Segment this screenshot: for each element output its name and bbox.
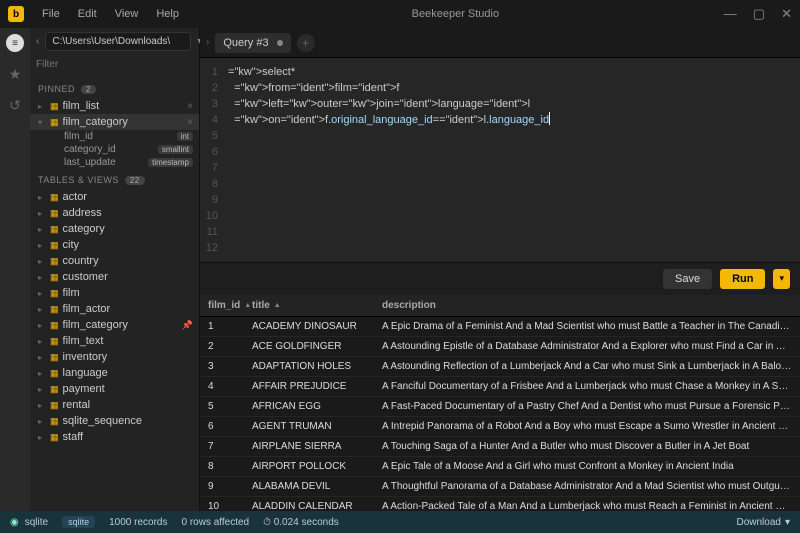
table-rental[interactable]: ▸▦rental <box>30 397 199 413</box>
tables-count-badge: 22 <box>125 176 145 185</box>
table-row[interactable]: 4AFFAIR PREJUDICEA Fanciful Documentary … <box>200 377 800 397</box>
download-button[interactable]: Download▾ <box>736 517 790 528</box>
favorites-icon[interactable]: ★ <box>9 66 22 83</box>
tables-header: TABLES & VIEWS 22 <box>30 169 199 189</box>
table-row[interactable]: 8AIRPORT POLLOCKA Epic Tale of a Moose A… <box>200 457 800 477</box>
table-customer[interactable]: ▸▦customer <box>30 269 199 285</box>
table-film_category[interactable]: ▸▦film_category📌 <box>30 317 199 333</box>
col-film-id[interactable]: film_id▲ <box>200 295 244 316</box>
column-category_id: category_idsmallint <box>30 143 199 156</box>
table-row[interactable]: 2ACE GOLDFINGERA Astounding Epistle of a… <box>200 337 800 357</box>
status-engine: sqlite <box>25 517 48 528</box>
chevron-down-icon: ▾ <box>785 517 790 528</box>
path-back-icon[interactable]: ‹ <box>36 36 39 47</box>
status-records: 1000 records <box>109 517 167 528</box>
table-inventory[interactable]: ▸▦inventory <box>30 349 199 365</box>
table-row[interactable]: 9ALABAMA DEVILA Thoughtful Panorama of a… <box>200 477 800 497</box>
menu-help[interactable]: Help <box>148 4 187 24</box>
run-dropdown-icon[interactable]: ▾ <box>773 269 790 289</box>
table-row[interactable]: 7AIRPLANE SIERRAA Touching Saga of a Hun… <box>200 437 800 457</box>
table-payment[interactable]: ▸▦payment <box>30 381 199 397</box>
tab-bar: › Query #3 + <box>200 28 800 58</box>
status-engine-tag: sqlite <box>62 516 95 528</box>
table-film_actor[interactable]: ▸▦film_actor <box>30 301 199 317</box>
tab-label: Query #3 <box>223 37 268 49</box>
menu-file[interactable]: File <box>34 4 68 24</box>
run-button[interactable]: Run <box>720 269 765 289</box>
sql-editor[interactable]: 1="kw">select *2 ="kw">from ="ident">fil… <box>200 58 800 262</box>
nav-rail: ≡ ★ ↺ <box>0 28 30 511</box>
table-staff[interactable]: ▸▦staff <box>30 429 199 445</box>
database-icon[interactable]: ≡ <box>6 34 24 52</box>
table-language[interactable]: ▸▦language <box>30 365 199 381</box>
table-row[interactable]: 1ACADEMY DINOSAURA Epic Drama of a Femin… <box>200 317 800 337</box>
unpin-icon[interactable]: × <box>187 101 193 112</box>
results-grid[interactable]: film_id▲ title▲ description 1ACADEMY DIN… <box>200 295 800 511</box>
close-icon[interactable]: ✕ <box>781 6 792 22</box>
table-address[interactable]: ▸▦address <box>30 205 199 221</box>
table-country[interactable]: ▸▦country <box>30 253 199 269</box>
app-title: Beekeeper Studio <box>187 8 724 20</box>
table-city[interactable]: ▸▦city <box>30 237 199 253</box>
save-button[interactable]: Save <box>663 269 712 289</box>
pinned-film_category[interactable]: ▾▦film_category× <box>30 114 199 130</box>
table-row[interactable]: 10ALADDIN CALENDARA Action-Packed Tale o… <box>200 497 800 511</box>
pinned-header: PINNED 2 <box>30 78 199 98</box>
titlebar: b FileEditViewHelp Beekeeper Studio — ▢ … <box>0 0 800 28</box>
app-logo: b <box>8 6 24 22</box>
menu-edit[interactable]: Edit <box>70 4 105 24</box>
results-header: film_id▲ title▲ description <box>200 295 800 317</box>
table-row[interactable]: 5AFRICAN EGGA Fast-Paced Documentary of … <box>200 397 800 417</box>
add-tab-button[interactable]: + <box>297 34 315 52</box>
pin-icon: 📌 <box>182 320 193 331</box>
path-input[interactable] <box>45 32 191 51</box>
status-time: ⏱ 0.024 seconds <box>263 517 339 528</box>
table-actor[interactable]: ▸▦actor <box>30 189 199 205</box>
table-sqlite_sequence[interactable]: ▸▦sqlite_sequence <box>30 413 199 429</box>
col-title[interactable]: title▲ <box>244 295 374 316</box>
column-film_id: film_idint <box>30 130 199 143</box>
window-controls: — ▢ ✕ <box>724 6 792 22</box>
column-last_update: last_updatetimestamp <box>30 156 199 169</box>
status-affected: 0 rows affected <box>181 517 249 528</box>
unpin-icon[interactable]: × <box>187 117 193 128</box>
menu-view[interactable]: View <box>107 4 147 24</box>
pinned-count-badge: 2 <box>81 85 96 94</box>
table-category[interactable]: ▸▦category <box>30 221 199 237</box>
status-bar: ◉ sqlite sqlite 1000 records 0 rows affe… <box>0 511 800 533</box>
filter-input[interactable] <box>36 57 193 72</box>
table-row[interactable]: 6AGENT TRUMANA Intrepid Panorama of a Ro… <box>200 417 800 437</box>
tab-scroll-icon[interactable]: › <box>206 37 209 48</box>
main-menu: FileEditViewHelp <box>34 4 187 24</box>
minimize-icon[interactable]: — <box>724 6 737 22</box>
col-description[interactable]: description <box>374 295 800 316</box>
history-icon[interactable]: ↺ <box>9 97 21 114</box>
tab-dirty-icon <box>277 40 283 46</box>
table-film[interactable]: ▸▦film <box>30 285 199 301</box>
sidebar: ‹ ▾ ⟳ PINNED 2 ▸▦film_list×▾▦film_catego… <box>30 28 200 511</box>
query-tab[interactable]: Query #3 <box>215 33 290 53</box>
pinned-film_list[interactable]: ▸▦film_list× <box>30 98 199 114</box>
maximize-icon[interactable]: ▢ <box>753 6 765 22</box>
status-connected-icon: ◉ <box>10 517 19 528</box>
table-row[interactable]: 3ADAPTATION HOLESA Astounding Reflection… <box>200 357 800 377</box>
table-film_text[interactable]: ▸▦film_text <box>30 333 199 349</box>
